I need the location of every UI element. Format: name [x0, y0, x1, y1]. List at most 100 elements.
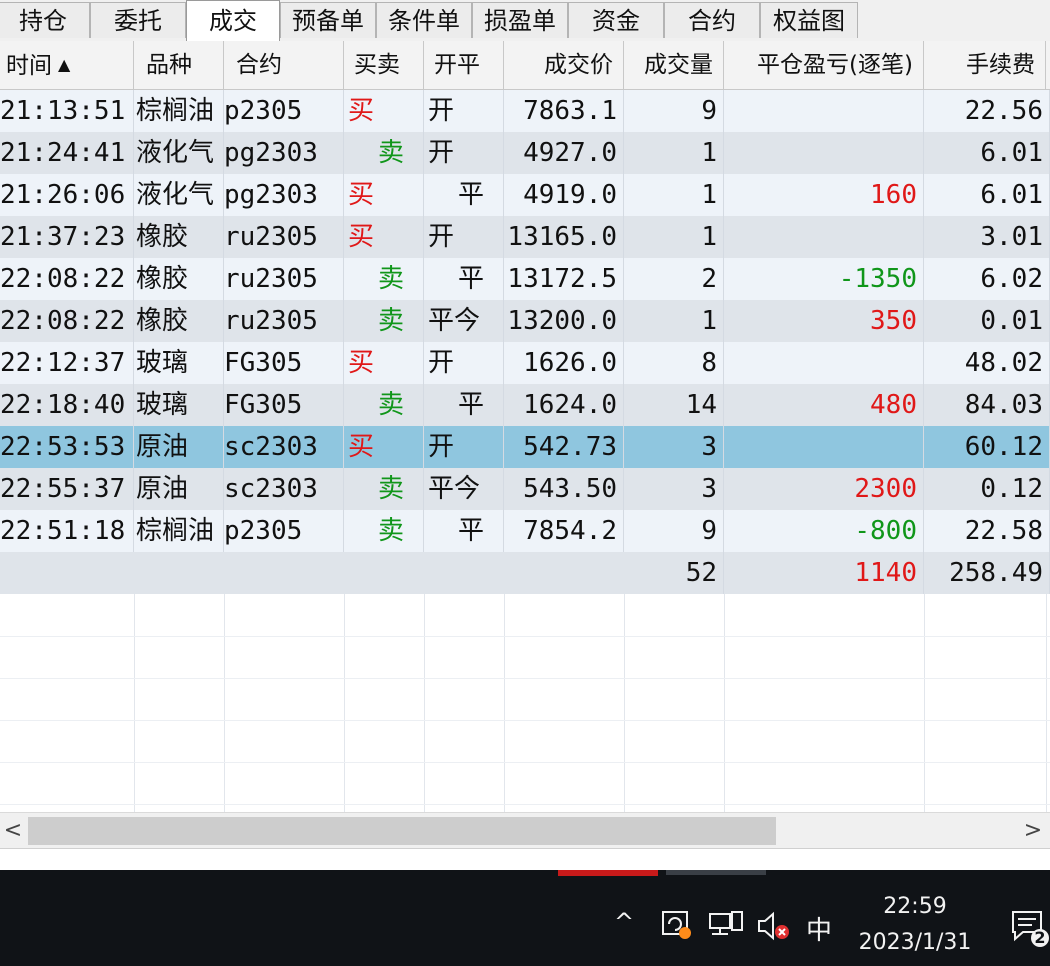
table-row[interactable]: 22:18:40 玻璃 FG305 卖平 1624.0 14 480 84.03: [0, 384, 1050, 426]
cell-price: 7854.2: [504, 510, 624, 552]
table-row[interactable]: 22:12:37 玻璃 FG305 买开 1626.0 8 48.02: [0, 342, 1050, 384]
taskbar-app-indicator-red[interactable]: [558, 870, 658, 876]
cell-price: 4927.0: [504, 132, 624, 174]
update-alert-icon[interactable]: [660, 908, 694, 946]
table-row[interactable]: 22:55:37 原油 sc2303 卖平今 543.50 3 2300 0.12: [0, 468, 1050, 510]
table-row[interactable]: 21:24:41 液化气 pg2303 卖开 4927.0 1 6.01: [0, 132, 1050, 174]
cell-contract: ru2305: [224, 258, 344, 300]
cell-volume: 1: [624, 174, 724, 216]
cell-time: 22:51:18: [0, 510, 134, 552]
status-strip: [0, 848, 1050, 870]
tab-equity-chart[interactable]: 权益图: [760, 2, 858, 38]
grid-line: [0, 720, 1050, 721]
cell-openclose: 平: [424, 258, 504, 300]
cell-pnl: [724, 132, 924, 174]
tab-orders[interactable]: 委托: [90, 2, 186, 38]
volume-muted-icon[interactable]: [756, 910, 792, 946]
cell-price: 7863.1: [504, 90, 624, 132]
cell-openclose: 开: [424, 216, 504, 258]
column-header-pnl[interactable]: 平仓盈亏(逐笔): [724, 41, 924, 89]
cell-pnl: 480: [724, 384, 924, 426]
column-header-side[interactable]: 买卖: [344, 41, 424, 89]
cell-openclose: 开: [424, 90, 504, 132]
ime-indicator[interactable]: 中: [806, 910, 832, 947]
cell-price: 1624.0: [504, 384, 624, 426]
clock-time[interactable]: 22:59: [860, 894, 970, 919]
cell-fee: 6.02: [924, 258, 1050, 300]
cell-side: 买: [344, 426, 424, 468]
cell-price: 4919.0: [504, 174, 624, 216]
cell-fee: 0.01: [924, 300, 1050, 342]
tab-positions[interactable]: 持仓: [0, 2, 90, 38]
cell-side: 买: [344, 216, 424, 258]
horizontal-scrollbar[interactable]: < >: [0, 812, 1050, 849]
total-fee: 258.49: [924, 552, 1050, 594]
table-row[interactable]: 22:53:53 原油 sc2303 买开 542.73 3 60.12: [0, 426, 1050, 468]
total-pnl: 1140: [724, 552, 924, 594]
column-header-time[interactable]: 时间 ▲: [0, 41, 134, 89]
cell-product: 原油: [134, 468, 224, 510]
column-header-product[interactable]: 品种: [134, 41, 224, 89]
show-hidden-icons-icon[interactable]: ^: [614, 908, 634, 936]
table-row[interactable]: 22:08:22 橡胶 ru2305 卖平 13172.5 2 -1350 6.02: [0, 258, 1050, 300]
tab-conditional-orders[interactable]: 条件单: [376, 2, 472, 38]
cell-time: 22:53:53: [0, 426, 134, 468]
cell-contract: sc2303: [224, 426, 344, 468]
column-header-price[interactable]: 成交价: [504, 41, 624, 89]
cell-volume: 14: [624, 384, 724, 426]
cell-side: 买: [344, 90, 424, 132]
cell-time: 22:12:37: [0, 342, 134, 384]
tab-contracts[interactable]: 合约: [664, 2, 760, 38]
cell-product: 棕榈油: [134, 510, 224, 552]
cell-pnl: [724, 426, 924, 468]
cell-openclose: 开: [424, 342, 504, 384]
table-row[interactable]: 21:26:06 液化气 pg2303 买平 4919.0 1 160 6.01: [0, 174, 1050, 216]
cell-pnl: 350: [724, 300, 924, 342]
cell-fee: 3.01: [924, 216, 1050, 258]
table-row[interactable]: 22:08:22 橡胶 ru2305 卖平今 13200.0 1 350 0.01: [0, 300, 1050, 342]
cell-fee: 6.01: [924, 174, 1050, 216]
column-header-volume[interactable]: 成交量: [624, 41, 724, 89]
tab-funds[interactable]: 资金: [568, 2, 664, 38]
tab-stop-profit-orders[interactable]: 损盈单: [472, 2, 568, 38]
column-header-fee[interactable]: 手续费: [924, 41, 1046, 89]
cell-pnl: [724, 90, 924, 132]
scroll-left-arrow-icon[interactable]: <: [0, 813, 26, 849]
cell-side: 卖: [344, 384, 424, 426]
scrollbar-thumb[interactable]: [28, 817, 776, 845]
cell-contract: pg2303: [224, 132, 344, 174]
taskbar-app-indicator[interactable]: [666, 870, 766, 875]
cell-side: 卖: [344, 132, 424, 174]
cell-time: 22:18:40: [0, 384, 134, 426]
cell-contract: pg2303: [224, 174, 344, 216]
taskbar: ^ 中 22:59 2023/1/31 2: [0, 870, 1050, 966]
cell-side: 卖: [344, 258, 424, 300]
table-row[interactable]: 22:51:18 棕榈油 p2305 卖平 7854.2 9 -800 22.58: [0, 510, 1050, 552]
cell-contract: FG305: [224, 384, 344, 426]
cell-fee: 60.12: [924, 426, 1050, 468]
network-icon[interactable]: [708, 910, 744, 946]
clock-date[interactable]: 2023/1/31: [850, 930, 980, 955]
scroll-right-arrow-icon[interactable]: >: [1020, 813, 1046, 849]
cell-contract: FG305: [224, 342, 344, 384]
cell-price: 13165.0: [504, 216, 624, 258]
trading-window: 持仓 委托 成交 预备单 条件单 损盈单 资金 合约 权益图 时间 ▲ 品种 合约…: [0, 0, 1050, 870]
cell-product: 橡胶: [134, 258, 224, 300]
cell-volume: 9: [624, 510, 724, 552]
cell-fee: 6.01: [924, 132, 1050, 174]
table-row[interactable]: 21:13:51 棕榈油 p2305 买开 7863.1 9 22.56: [0, 90, 1050, 132]
cell-pnl: [724, 342, 924, 384]
table-row[interactable]: 21:37:23 橡胶 ru2305 买开 13165.0 1 3.01: [0, 216, 1050, 258]
column-header-openclose[interactable]: 开平: [424, 41, 504, 89]
cell-time: 21:24:41: [0, 132, 134, 174]
tab-trades[interactable]: 成交: [186, 0, 280, 42]
cell-price: 13200.0: [504, 300, 624, 342]
cell-fee: 84.03: [924, 384, 1050, 426]
notification-count-badge: 2: [1034, 928, 1046, 947]
total-volume: 52: [624, 552, 724, 594]
cell-fee: 0.12: [924, 468, 1050, 510]
cell-side: 卖: [344, 468, 424, 510]
column-header-contract[interactable]: 合约: [224, 41, 344, 89]
tab-prepared-orders[interactable]: 预备单: [280, 2, 376, 38]
cell-contract: p2305: [224, 90, 344, 132]
